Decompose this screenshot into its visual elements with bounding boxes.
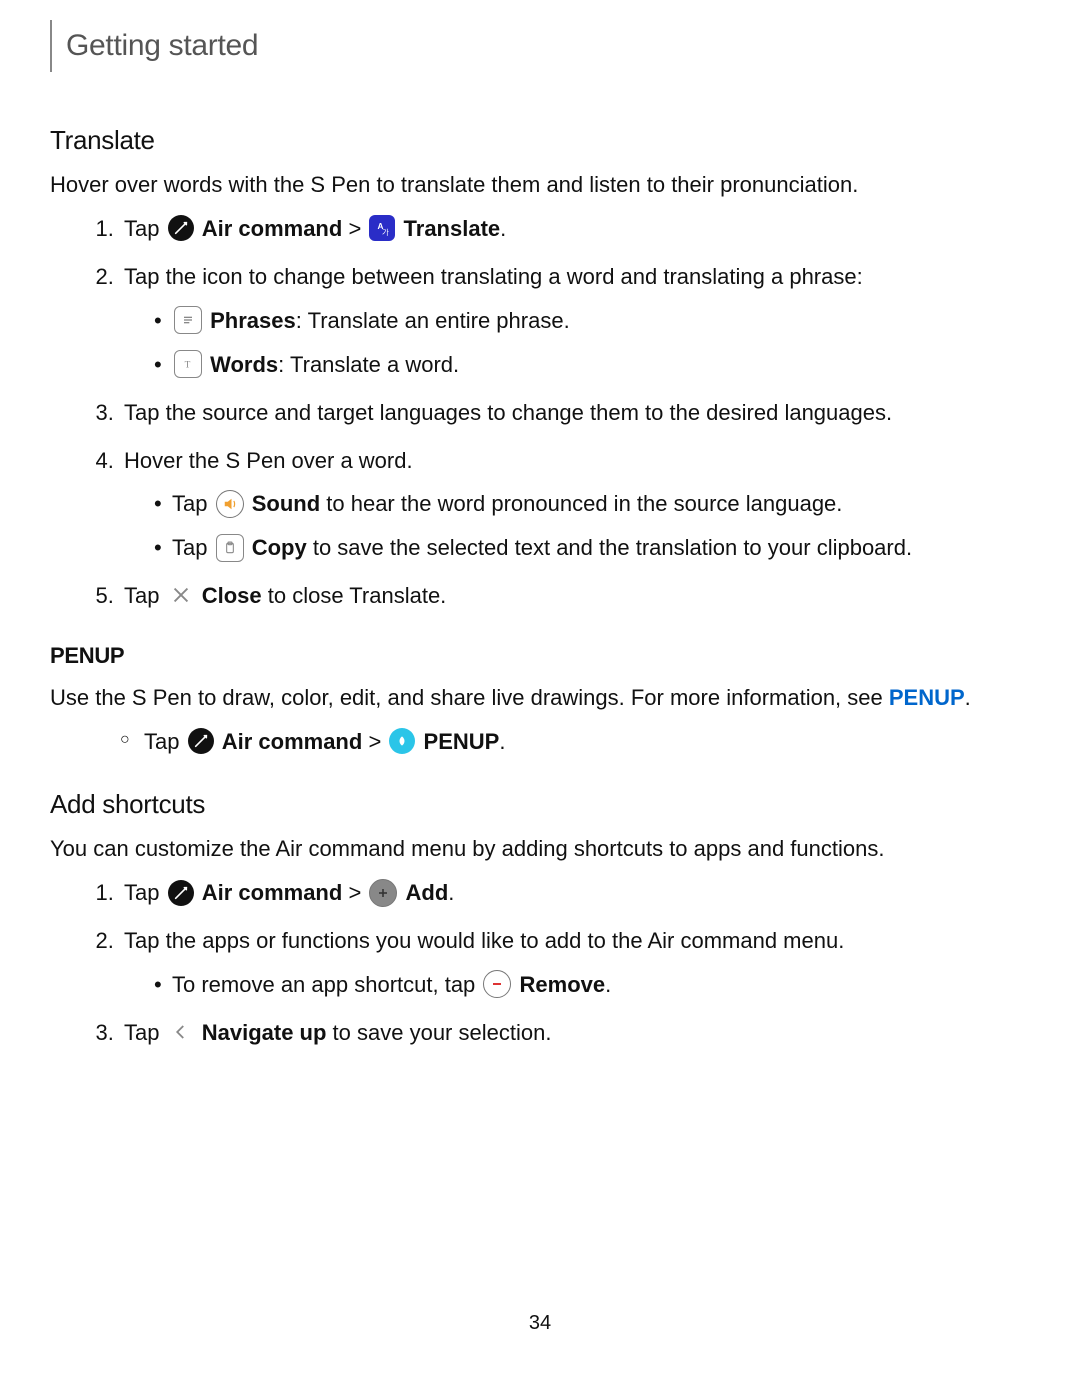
heading-penup: PENUP [50,640,1030,672]
words-icon: T [174,350,202,378]
penup-link[interactable]: PENUP [889,685,965,710]
add-icon [369,879,397,907]
air-command-icon [168,880,194,906]
shortcuts-step-2: Tap the apps or functions you would like… [120,925,1030,1001]
translate-step-2-sub-2: T Words: Translate a word. [154,349,1030,381]
sound-icon [216,490,244,518]
copy-icon [216,534,244,562]
penup-icon [389,728,415,754]
translate-step-2-sub-1: Phrases: Translate an entire phrase. [154,305,1030,337]
penup-step: Tap Air command > PENUP. [120,726,1030,758]
translate-step-2: Tap the icon to change between translati… [120,261,1030,381]
heading-shortcuts: Add shortcuts [50,786,1030,824]
shortcuts-step-1: Tap Air command > Add. [120,877,1030,909]
shortcuts-step-2-sub: To remove an app shortcut, tap Remove. [154,969,1030,1001]
shortcuts-intro: You can customize the Air command menu b… [50,833,1030,865]
translate-icon: A가 [369,215,395,241]
translate-step-5: Tap Close to close Translate. [120,580,1030,612]
close-icon [168,582,194,608]
translate-step-1: Tap Air command > A가 Translate. [120,213,1030,245]
heading-translate: Translate [50,122,1030,160]
navigate-up-icon [168,1019,194,1045]
remove-icon [483,970,511,998]
breadcrumb: Getting started [50,20,1030,72]
translate-intro: Hover over words with the S Pen to trans… [50,169,1030,201]
phrases-icon [174,306,202,334]
shortcuts-step-3: Tap Navigate up to save your selection. [120,1017,1030,1049]
svg-text:T: T [185,360,191,370]
air-command-icon [168,215,194,241]
translate-step-4-sub-2: Tap Copy to save the selected text and t… [154,532,1030,564]
translate-step-4-sub-1: Tap Sound to hear the word pronounced in… [154,488,1030,520]
translate-step-4: Hover the S Pen over a word. Tap Sound t… [120,445,1030,565]
page-number: 34 [50,1309,1030,1338]
penup-intro: Use the S Pen to draw, color, edit, and … [50,682,1030,714]
translate-step-3: Tap the source and target languages to c… [120,397,1030,429]
air-command-icon [188,728,214,754]
svg-text:가: 가 [382,228,389,237]
